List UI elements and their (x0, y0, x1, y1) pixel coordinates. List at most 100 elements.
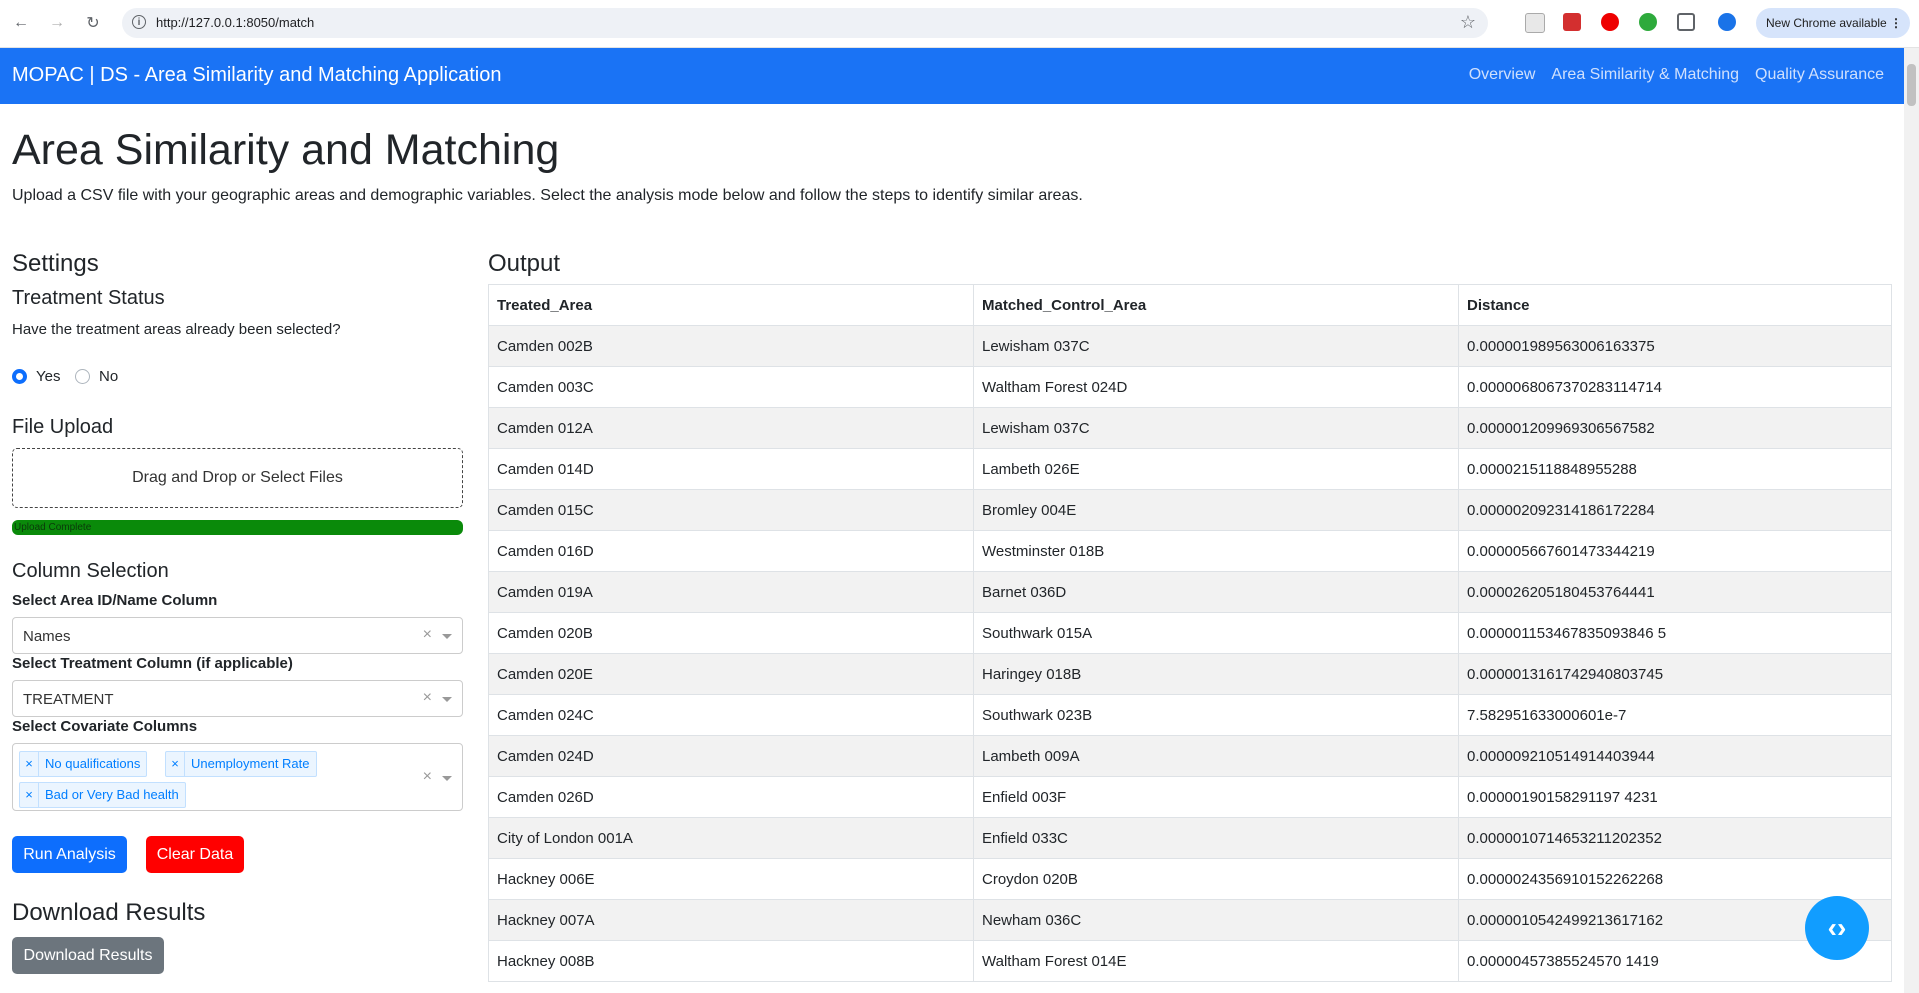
scrollbar-thumb[interactable] (1907, 64, 1916, 106)
clear-icon[interactable]: × (423, 626, 432, 644)
code-toggle-button[interactable]: ‹› (1805, 896, 1869, 960)
distance-cell: 0.00000190158291197 4231 (1458, 776, 1892, 818)
distance-cell: 0.0000215118848955288 (1458, 448, 1892, 490)
column-header-distance[interactable]: Distance (1458, 284, 1892, 326)
profile-icon[interactable] (1718, 13, 1736, 31)
document-extension-icon[interactable] (1525, 13, 1545, 33)
treated-area-cell: Camden 019A (488, 571, 974, 613)
reload-icon[interactable]: ↻ (82, 12, 104, 34)
menu-dots-icon[interactable]: ⋮ (1890, 8, 1902, 38)
covariate-columns-select[interactable]: × No qualifications × Unemployment Rate … (12, 743, 463, 811)
distance-cell: 7.582951633000601e-7 (1458, 694, 1892, 736)
file-dropzone[interactable]: Drag and Drop or Select Files (12, 448, 463, 508)
clear-icon[interactable]: × (423, 768, 432, 786)
table-row: Camden 014D Lambeth 026E 0.000021511884895… (488, 448, 1892, 490)
page-scrollbar[interactable] (1904, 48, 1919, 993)
distance-cell: 0.0000013161742940803745 (1458, 653, 1892, 695)
matched-control-area-cell: Lewisham 037C (973, 325, 1459, 367)
radio-yes-label[interactable]: Yes (36, 368, 60, 385)
area-column-select[interactable]: Names × (12, 617, 463, 654)
matched-control-area-cell: Barnet 036D (973, 571, 1459, 613)
download-results-button[interactable]: Download Results (12, 937, 164, 974)
table-header-row: Treated_Area Matched_Control_Area Distan… (488, 284, 1892, 326)
nav-link-quality-assurance[interactable]: Quality Assurance (1755, 66, 1884, 84)
new-chrome-label: New Chrome available (1766, 16, 1887, 30)
distance-cell: 0.000001989563006163375 (1458, 325, 1892, 367)
remove-tag-icon[interactable]: × (20, 752, 39, 776)
table-row: Hackney 006E Croydon 020B 0.00000243569101… (488, 858, 1892, 900)
chevron-down-icon[interactable] (442, 776, 452, 781)
run-analysis-button[interactable]: Run Analysis (12, 836, 127, 873)
covariate-tag-label: Unemployment Rate (191, 756, 310, 771)
table-row: Camden 003C Waltham Forest 024D 0.00000680… (488, 366, 1892, 408)
table-row: Camden 024D Lambeth 009A 0.000009210514914… (488, 735, 1892, 777)
matched-control-area-cell: Westminster 018B (973, 530, 1459, 572)
remove-tag-icon[interactable]: × (20, 783, 39, 807)
chevron-down-icon[interactable] (442, 634, 452, 639)
table-row: City of London 001A Enfield 033C 0.0000010… (488, 817, 1892, 859)
site-info-icon[interactable]: i (132, 15, 146, 29)
area-column-label: Select Area ID/Name Column (12, 592, 218, 609)
treated-area-cell: Hackney 007A (488, 899, 974, 941)
new-chrome-button[interactable]: New Chrome available ⋮ (1756, 8, 1910, 38)
app-navbar: MOPAC | DS - Area Similarity and Matchin… (0, 48, 1904, 104)
column-header-matched-control-area[interactable]: Matched_Control_Area (973, 284, 1459, 326)
sync-extension-icon[interactable] (1639, 13, 1657, 31)
remove-tag-icon[interactable]: × (166, 752, 185, 776)
address-bar[interactable]: i http://127.0.0.1:8050/match ☆ (122, 8, 1488, 38)
treated-area-cell: Hackney 008B (488, 940, 974, 982)
navbar-brand[interactable]: MOPAC | DS - Area Similarity and Matchin… (12, 64, 501, 87)
matched-control-area-cell: Newham 036C (973, 899, 1459, 941)
settings-heading: Settings (12, 250, 99, 277)
clear-data-button[interactable]: Clear Data (146, 836, 244, 873)
opera-extension-icon[interactable] (1601, 13, 1619, 31)
treated-area-cell: Camden 020E (488, 653, 974, 695)
bookmark-star-icon[interactable]: ☆ (1460, 12, 1476, 33)
treatment-column-select[interactable]: TREATMENT × (12, 680, 463, 717)
table-row: Camden 012A Lewisham 037C 0.00000120996930… (488, 407, 1892, 449)
forward-icon[interactable]: → (46, 12, 68, 34)
treated-area-cell: Camden 012A (488, 407, 974, 449)
matched-control-area-cell: Croydon 020B (973, 858, 1459, 900)
table-row: Camden 020B Southwark 015A 0.0000011534678… (488, 612, 1892, 654)
treated-area-cell: Camden 016D (488, 530, 974, 572)
distance-cell: 0.000001153467835093846 5 (1458, 612, 1892, 654)
table-row: Camden 019A Barnet 036D 0.0000262051804537… (488, 571, 1892, 613)
output-heading: Output (488, 250, 561, 277)
radio-no-label[interactable]: No (99, 368, 118, 385)
covariate-tag-label: No qualifications (45, 756, 141, 771)
treated-area-cell: Camden 020B (488, 612, 974, 654)
table-row: Camden 002B Lewisham 037C 0.00000198956300… (488, 325, 1892, 367)
matched-control-area-cell: Lewisham 037C (973, 407, 1459, 449)
column-selection-heading: Column Selection (12, 560, 169, 582)
nav-link-area-similarity[interactable]: Area Similarity & Matching (1551, 66, 1739, 84)
nav-link-overview[interactable]: Overview (1469, 66, 1536, 84)
radio-yes[interactable] (12, 369, 27, 384)
matched-control-area-cell: Bromley 004E (973, 489, 1459, 531)
area-column-value: Names (23, 628, 71, 645)
extensions-puzzle-icon[interactable] (1677, 13, 1695, 31)
back-icon[interactable]: ← (10, 12, 32, 34)
red-extension-icon[interactable] (1563, 13, 1581, 31)
treated-area-cell: Camden 015C (488, 489, 974, 531)
radio-no[interactable] (75, 369, 90, 384)
matched-control-area-cell: Lambeth 026E (973, 448, 1459, 490)
table-row: Hackney 007A Newham 036C 0.000001054249921… (488, 899, 1892, 941)
matched-control-area-cell: Haringey 018B (973, 653, 1459, 695)
nav-links: Overview Area Similarity & Matching Qual… (1469, 66, 1884, 84)
matched-control-area-cell: Waltham Forest 014E (973, 940, 1459, 982)
clear-icon[interactable]: × (423, 689, 432, 707)
chevron-down-icon[interactable] (442, 697, 452, 702)
table-row: Camden 016D Westminster 018B 0.00000566760… (488, 530, 1892, 572)
table-row: Camden 026D Enfield 003F 0.000001901582911… (488, 776, 1892, 818)
dropzone-text: Drag and Drop or Select Files (132, 469, 343, 486)
treated-area-cell: Camden 002B (488, 325, 974, 367)
distance-cell: 0.000026205180453764441 (1458, 571, 1892, 613)
distance-cell: 0.0000068067370283114714 (1458, 366, 1892, 408)
table-row: Camden 024C Southwark 023B 7.5829516330006… (488, 694, 1892, 736)
covariate-tag: × Unemployment Rate (165, 751, 317, 777)
file-upload-heading: File Upload (12, 416, 114, 438)
column-header-treated-area[interactable]: Treated_Area (488, 284, 974, 326)
upload-status: Upload Complete (14, 522, 92, 533)
covariate-columns-label: Select Covariate Columns (12, 718, 198, 735)
